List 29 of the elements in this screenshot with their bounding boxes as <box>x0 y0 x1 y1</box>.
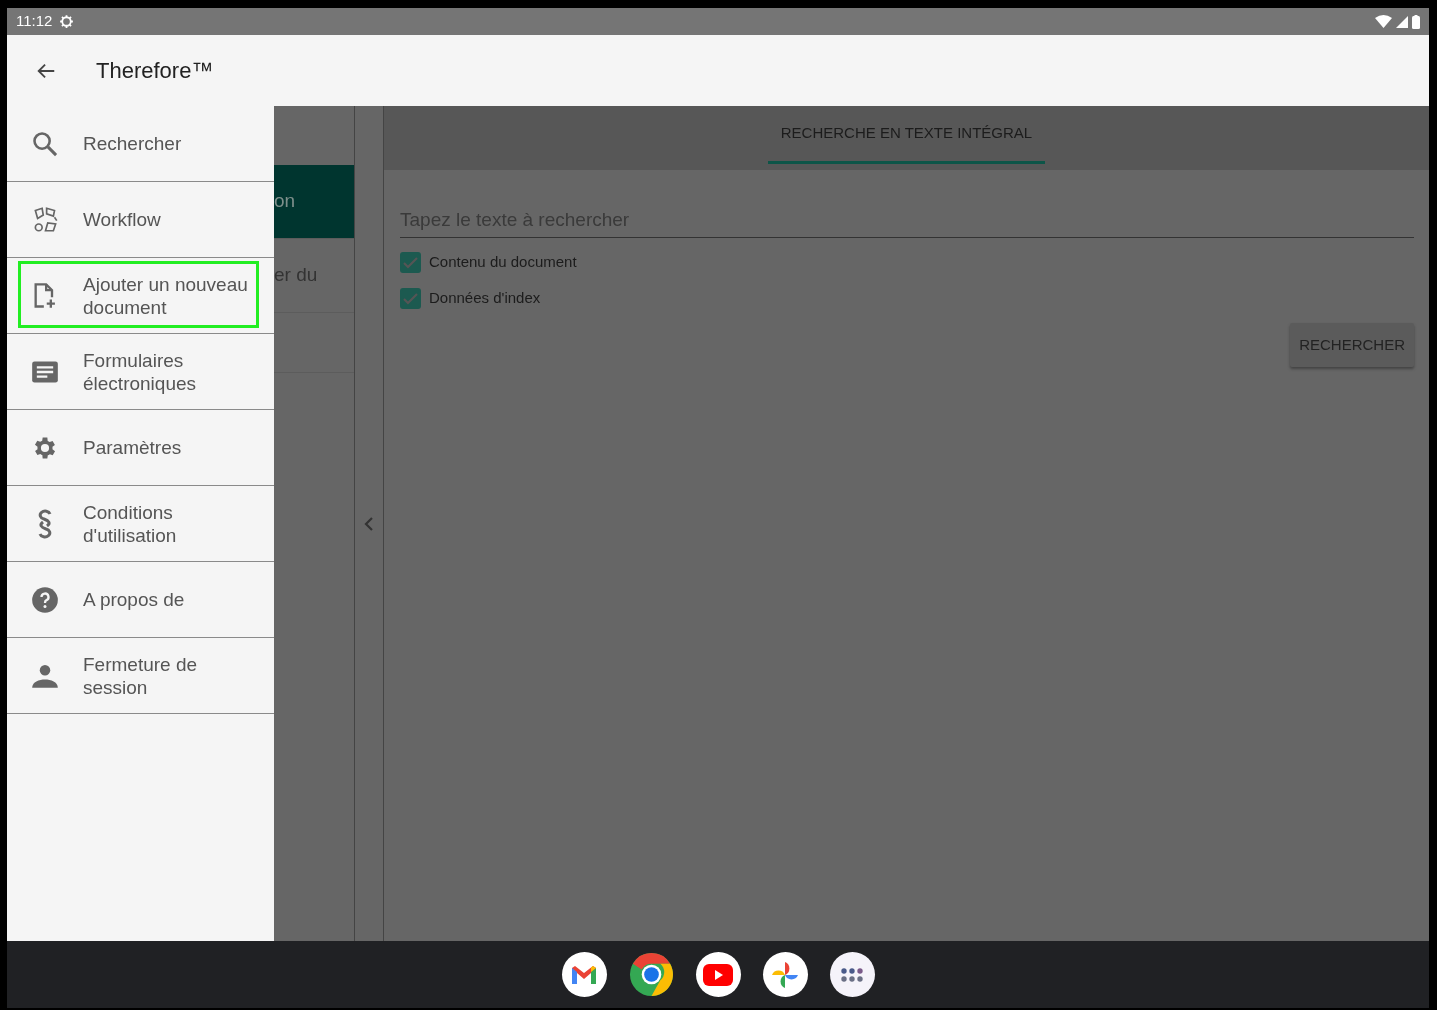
wifi-icon <box>1375 15 1392 28</box>
help-icon <box>31 585 59 614</box>
app-title: Therefore™ <box>96 57 214 85</box>
checkbox[interactable] <box>400 252 421 273</box>
battery-icon <box>1412 14 1420 29</box>
list-item[interactable]: on <box>274 165 354 239</box>
signal-icon <box>1396 15 1408 28</box>
status-time: 11:12 <box>16 11 53 32</box>
search-icon <box>31 129 59 158</box>
pinwheel-app-icon[interactable] <box>762 952 808 997</box>
video-play-app-icon[interactable] <box>695 952 741 997</box>
browser-app-icon[interactable] <box>628 952 674 997</box>
drawer-item[interactable]: Workflow <box>7 182 274 258</box>
form-icon <box>31 359 59 384</box>
drawer-item[interactable]: A propos de <box>7 562 274 638</box>
checkbox[interactable] <box>400 288 421 309</box>
drawer-item[interactable]: Ajouter un nouveau document <box>7 258 274 334</box>
drawer-item[interactable]: Paramètres <box>7 410 274 486</box>
section-sign-icon <box>37 508 53 539</box>
drawer-item[interactable]: Conditions d'utilisation <box>7 486 274 562</box>
drawer-item[interactable]: Fermeture de session <box>7 638 274 714</box>
option-label: Données d'index <box>429 288 541 309</box>
drawer-item[interactable]: Formulaires électroniques <box>7 334 274 410</box>
drawer-item[interactable]: Rechercher <box>7 106 274 182</box>
app-grid-icon[interactable] <box>829 952 875 997</box>
option-label: Contenu du document <box>429 252 577 273</box>
settings-icon <box>58 13 76 30</box>
workflow-icon <box>31 206 59 233</box>
mail-app-icon[interactable] <box>561 952 607 997</box>
